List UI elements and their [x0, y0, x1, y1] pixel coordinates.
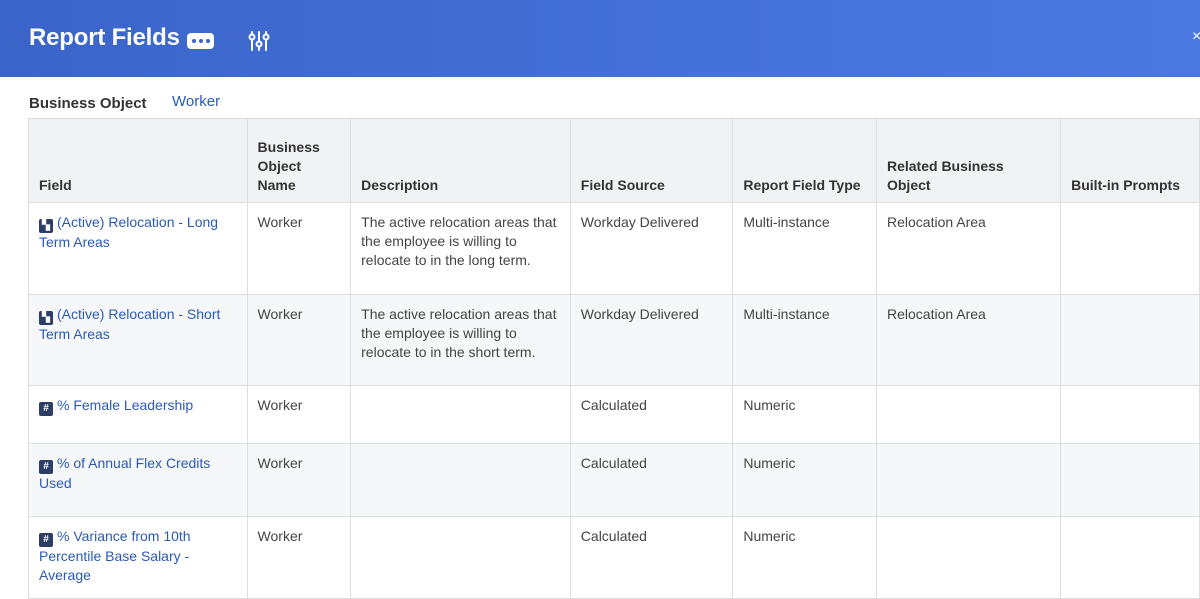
column-header-field-source[interactable]: Field Source [569, 118, 734, 203]
field-source-cell: Workday Delivered [569, 294, 734, 386]
built-in-prompts-cell [1060, 516, 1200, 599]
business-object-link[interactable]: Worker [172, 93, 220, 110]
field-link[interactable]: (Active) Relocation - Long Term Areas [39, 214, 218, 250]
business-object-name-cell: Worker [246, 443, 352, 517]
column-header-built-in-prompts[interactable]: Built-in Prompts [1060, 118, 1200, 203]
field-cell: #% Variance from 10th Percentile Base Sa… [28, 516, 248, 599]
table-row: #% Variance from 10th Percentile Base Sa… [28, 516, 1200, 599]
field-cell: # % Female Leadership [28, 385, 248, 444]
report-fields-table: Field Business Object Name Description F… [28, 118, 1200, 599]
field-link[interactable]: % Variance from 10th Percentile Base Sal… [39, 528, 191, 583]
related-business-object-cell [875, 516, 1062, 599]
field-source-cell: Calculated [569, 443, 734, 517]
table-row: #% of Annual Flex Credits Used Worker Ca… [28, 443, 1200, 517]
close-icon[interactable]: × [1192, 28, 1200, 46]
related-business-object-cell [875, 385, 1062, 444]
field-source-cell: Calculated [569, 385, 734, 444]
column-header-report-field-type[interactable]: Report Field Type [732, 118, 877, 203]
description-cell: The active relocation areas that the emp… [350, 202, 571, 295]
related-business-object-cell: Relocation Area [875, 294, 1062, 386]
built-in-prompts-cell [1060, 202, 1200, 295]
built-in-prompts-cell [1060, 294, 1200, 386]
business-object-name-cell: Worker [246, 385, 352, 444]
business-object-label: Business Object [29, 95, 147, 112]
header-bar: Report Fields × [0, 0, 1200, 77]
dot-icon [205, 39, 210, 43]
field-source-cell: Workday Delivered [569, 202, 734, 295]
description-cell [350, 443, 571, 517]
numeric-icon: # [39, 533, 53, 547]
related-business-object-cell [875, 443, 1062, 517]
description-cell [350, 516, 571, 599]
report-field-type-cell: Numeric [732, 516, 877, 599]
column-header-description[interactable]: Description [350, 118, 571, 203]
description-cell [350, 385, 571, 444]
dot-icon [198, 39, 203, 43]
field-source-cell: Calculated [569, 516, 734, 599]
related-actions-button[interactable] [187, 33, 214, 49]
field-cell: ▚ (Active) Relocation - Long Term Areas [28, 202, 248, 295]
field-link[interactable]: (Active) Relocation - Short Term Areas [39, 306, 220, 342]
report-field-type-cell: Numeric [732, 443, 877, 517]
report-field-type-cell: Multi-instance [732, 294, 877, 386]
business-object-name-cell: Worker [246, 516, 352, 599]
report-field-type-cell: Multi-instance [732, 202, 877, 295]
built-in-prompts-cell [1060, 385, 1200, 444]
table-header-row: Field Business Object Name Description F… [28, 118, 1200, 203]
table-row: ▚ (Active) Relocation - Long Term Areas W… [28, 202, 1200, 295]
column-header-field[interactable]: Field [28, 118, 248, 203]
multi-instance-icon: ▚ [39, 311, 53, 325]
business-object-name-cell: Worker [246, 294, 352, 386]
column-header-business-object-name[interactable]: Business Object Name [246, 118, 352, 203]
description-cell: The active relocation areas that the emp… [350, 294, 571, 386]
business-object-name-cell: Worker [246, 202, 352, 295]
dot-icon [191, 39, 196, 43]
field-cell: ▚ (Active) Relocation - Short Term Areas [28, 294, 248, 386]
configure-icon[interactable] [247, 29, 271, 53]
table-row: ▚ (Active) Relocation - Short Term Areas … [28, 294, 1200, 386]
field-link[interactable]: % Female Leadership [57, 397, 193, 413]
field-link[interactable]: % of Annual Flex Credits Used [39, 455, 210, 491]
built-in-prompts-cell [1060, 443, 1200, 517]
page-title: Report Fields [29, 24, 180, 51]
column-header-related-business-object[interactable]: Related Business Object [875, 118, 1062, 203]
numeric-icon: # [39, 402, 53, 416]
field-cell: #% of Annual Flex Credits Used [28, 443, 248, 517]
multi-instance-icon: ▚ [39, 219, 53, 233]
numeric-icon: # [39, 460, 53, 474]
related-business-object-cell: Relocation Area [875, 202, 1062, 295]
table-row: # % Female Leadership Worker Calculated N… [28, 385, 1200, 444]
report-field-type-cell: Numeric [732, 385, 877, 444]
